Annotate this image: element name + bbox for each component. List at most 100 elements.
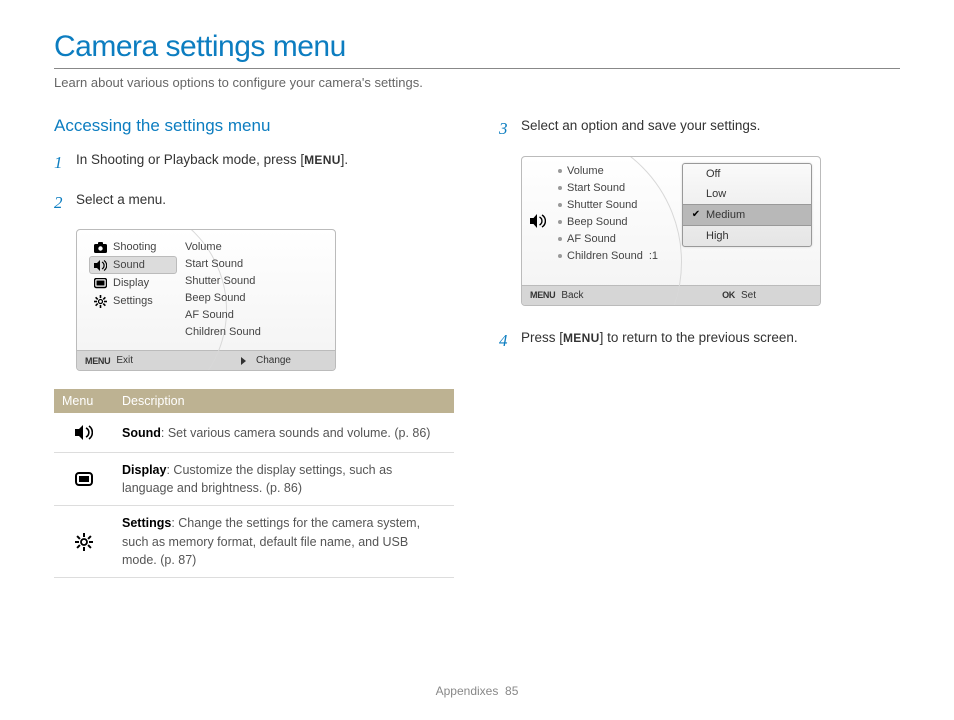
- text: : Set various camera sounds and volume. …: [161, 426, 431, 440]
- sound-icon: [93, 259, 107, 271]
- option-item[interactable]: Beep Sound: [558, 214, 664, 231]
- cell: Settings: Change the settings for the ca…: [114, 506, 454, 577]
- label: Shutter Sound: [567, 199, 637, 211]
- option-item[interactable]: Start Sound: [558, 180, 664, 197]
- label: Beep Sound: [567, 216, 628, 228]
- value-popup: Off Low ✔ Medium High: [682, 163, 812, 247]
- camera-icon: [93, 241, 107, 253]
- camera-screen-option: Volume Start Sound Shutter Sound Beep So…: [521, 156, 821, 306]
- label: Volume: [567, 165, 604, 177]
- submenu-item[interactable]: Volume: [185, 238, 335, 255]
- text: Press [: [521, 330, 563, 345]
- dot-icon: [558, 169, 562, 173]
- table-row: Display: Customize the display settings,…: [54, 453, 454, 506]
- camera-screen-menu: Shooting Sound Display Settings: [76, 229, 336, 371]
- footer-page: 85: [505, 684, 518, 698]
- section-heading: Accessing the settings menu: [54, 116, 455, 136]
- check-icon: [691, 169, 701, 179]
- step-number: 2: [54, 190, 68, 216]
- dot-icon: [558, 186, 562, 190]
- label: Display: [113, 277, 149, 289]
- change-label: Change: [256, 355, 291, 366]
- menu-item-settings[interactable]: Settings: [89, 292, 177, 310]
- page-intro: Learn about various options to configure…: [54, 75, 900, 90]
- value: :1: [649, 250, 664, 262]
- label: Off: [706, 168, 720, 180]
- dot-icon: [558, 237, 562, 241]
- popup-item[interactable]: High: [683, 226, 811, 246]
- option-item[interactable]: AF Sound: [558, 231, 664, 248]
- text: ] to return to the previous screen.: [600, 330, 798, 345]
- cell: Display: Customize the display settings,…: [114, 453, 454, 506]
- label: Settings: [113, 295, 153, 307]
- step-number: 4: [499, 328, 513, 354]
- dot-icon: [558, 254, 562, 258]
- divider: [54, 68, 900, 69]
- col-menu: Menu: [54, 389, 114, 413]
- label: Start Sound: [567, 182, 625, 194]
- popup-item-selected[interactable]: ✔ Medium: [683, 204, 811, 226]
- step-number: 1: [54, 150, 68, 176]
- label: Low: [706, 188, 726, 200]
- label: AF Sound: [567, 233, 616, 245]
- col-description: Description: [114, 389, 454, 413]
- table-row: Sound: Set various camera sounds and vol…: [54, 413, 454, 453]
- display-icon: [54, 453, 114, 506]
- text: ].: [341, 152, 349, 167]
- footer-section: Appendixes: [436, 684, 499, 698]
- step-text: Press [MENU] to return to the previous s…: [521, 328, 798, 354]
- step-3: 3 Select an option and save your setting…: [499, 116, 900, 142]
- play-icon: [241, 357, 246, 365]
- popup-item[interactable]: Low: [683, 184, 811, 204]
- dot-icon: [558, 203, 562, 207]
- option-item[interactable]: Children Sound :1: [558, 248, 664, 265]
- option-item[interactable]: Volume: [558, 163, 664, 180]
- table-row: Settings: Change the settings for the ca…: [54, 506, 454, 577]
- option-list: Volume Start Sound Shutter Sound Beep So…: [554, 157, 664, 285]
- step-2: 2 Select a menu.: [54, 190, 455, 216]
- menu-description-table: Menu Description Sound: Set various came…: [54, 389, 454, 578]
- submenu-list: Volume Start Sound Shutter Sound Beep So…: [177, 230, 335, 350]
- submenu-item[interactable]: Beep Sound: [185, 289, 335, 306]
- option-item[interactable]: Shutter Sound: [558, 197, 664, 214]
- step-text: Select a menu.: [76, 190, 166, 216]
- check-icon: [691, 189, 701, 199]
- sound-icon: [54, 413, 114, 453]
- ok-key-label: OK: [722, 290, 735, 300]
- set-label: Set: [741, 290, 756, 301]
- menu-category-list: Shooting Sound Display Settings: [77, 230, 177, 350]
- dot-icon: [558, 220, 562, 224]
- menu-item-shooting[interactable]: Shooting: [89, 238, 177, 256]
- right-column: 3 Select an option and save your setting…: [499, 116, 900, 578]
- submenu-item[interactable]: Start Sound: [185, 255, 335, 272]
- menu-item-display[interactable]: Display: [89, 274, 177, 292]
- left-column: Accessing the settings menu 1 In Shootin…: [54, 116, 455, 578]
- step-1: 1 In Shooting or Playback mode, press [M…: [54, 150, 455, 176]
- cell: Sound: Set various camera sounds and vol…: [114, 413, 454, 453]
- label: Sound: [122, 426, 161, 440]
- submenu-item[interactable]: Shutter Sound: [185, 272, 335, 289]
- gear-icon: [54, 506, 114, 577]
- label: Children Sound: [567, 250, 643, 262]
- popup-item[interactable]: Off: [683, 164, 811, 184]
- label: Display: [122, 463, 166, 477]
- menu-button-label: MENU: [563, 331, 600, 345]
- step-4: 4 Press [MENU] to return to the previous…: [499, 328, 900, 354]
- label: Shooting: [113, 241, 156, 253]
- check-icon: [691, 231, 701, 241]
- check-icon: ✔: [691, 210, 701, 220]
- label: High: [706, 230, 729, 242]
- step-number: 3: [499, 116, 513, 142]
- display-icon: [93, 277, 107, 289]
- text: In Shooting or Playback mode, press [: [76, 152, 304, 167]
- submenu-item[interactable]: AF Sound: [185, 306, 335, 323]
- gear-icon: [93, 295, 107, 307]
- label: Settings: [122, 516, 171, 530]
- submenu-item[interactable]: Children Sound: [185, 323, 335, 340]
- page-title: Camera settings menu: [54, 30, 900, 64]
- menu-button-label: MENU: [304, 153, 341, 167]
- page-footer: Appendixes 85: [0, 684, 954, 698]
- menu-item-sound[interactable]: Sound: [89, 256, 177, 274]
- step-text: Select an option and save your settings.: [521, 116, 760, 142]
- label: Medium: [706, 209, 745, 221]
